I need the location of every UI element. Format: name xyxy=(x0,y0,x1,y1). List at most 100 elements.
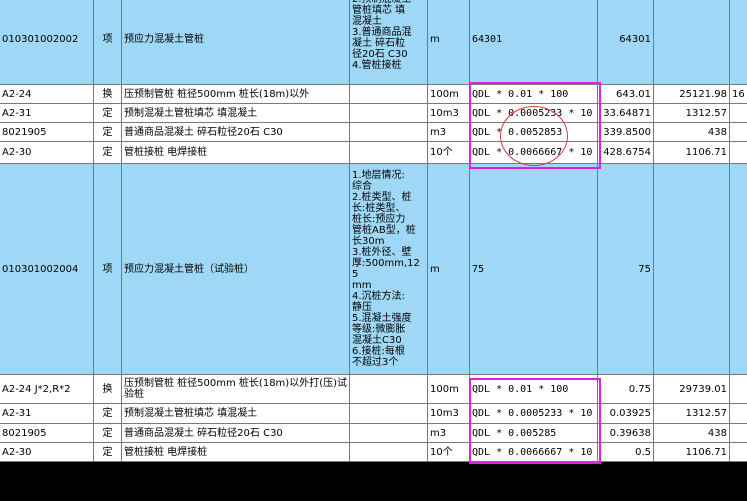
row-quantity[interactable]: 0.39638 xyxy=(598,424,654,443)
row-type[interactable]: 换 xyxy=(94,375,122,404)
row-features[interactable] xyxy=(350,443,428,462)
row-code[interactable]: 8021905 xyxy=(0,424,94,443)
row-features[interactable] xyxy=(350,123,428,142)
quota-row[interactable]: A2-30 定管桩接桩 电焊接桩 10个 QDL * 0.0066667 * 10 0.… xyxy=(0,443,747,462)
row-formula[interactable]: 75 xyxy=(470,164,598,375)
row-formula[interactable]: 64301 xyxy=(470,0,598,85)
row-overflow-value[interactable] xyxy=(730,404,747,424)
row-unit-price[interactable] xyxy=(654,0,730,85)
row-code[interactable]: A2-24 J*2,R*2 xyxy=(0,375,94,404)
quota-row[interactable]: A2-24 换压预制管桩 桩径500mm 桩长(18m)以外 100m QDL * 0… xyxy=(0,85,747,104)
row-quantity[interactable]: 0.75 xyxy=(598,375,654,404)
row-type[interactable]: 项 xyxy=(94,164,122,375)
quota-row[interactable]: A2-31 定预制混凝土管桩填芯 填混凝土 10m3 QDL * 0.0005233 … xyxy=(0,404,747,424)
row-code[interactable]: A2-31 xyxy=(0,404,94,424)
row-quantity[interactable]: 0.03925 xyxy=(598,404,654,424)
row-quantity[interactable]: 643.01 xyxy=(598,85,654,104)
row-features[interactable] xyxy=(350,424,428,443)
row-code[interactable]: 8021905 xyxy=(0,123,94,142)
row-unit-price[interactable]: 1106.71 xyxy=(654,443,730,462)
row-formula[interactable]: QDL * 0.01 * 100 xyxy=(470,375,598,404)
row-code[interactable]: A2-30 xyxy=(0,443,94,462)
row-overflow-value[interactable] xyxy=(730,164,747,375)
row-unit[interactable]: 10个 xyxy=(428,443,470,462)
row-overflow-value[interactable] xyxy=(730,424,747,443)
row-features[interactable] xyxy=(350,404,428,424)
row-overflow-value[interactable] xyxy=(730,104,747,123)
row-unit-price[interactable] xyxy=(654,164,730,375)
row-formula[interactable]: QDL * 0.0005233 * 10 xyxy=(470,104,598,123)
row-unit-price[interactable]: 438 xyxy=(654,424,730,443)
row-overflow-value[interactable] xyxy=(730,142,747,164)
row-formula[interactable]: QDL * 0.005285 xyxy=(470,424,598,443)
row-name[interactable]: 普通商品混凝土 碎石粒径20石 C30 xyxy=(122,424,350,443)
row-overflow-value[interactable] xyxy=(730,443,747,462)
row-quantity[interactable]: 64301 xyxy=(598,0,654,85)
row-name[interactable]: 压预制管桩 桩径500mm 桩长(18m)以外打(压)试验桩 xyxy=(122,375,350,404)
row-unit[interactable]: 100m xyxy=(428,85,470,104)
row-code[interactable]: A2-24 xyxy=(0,85,94,104)
row-name[interactable]: 预应力混凝土管桩（试验桩） xyxy=(122,164,350,375)
row-unit[interactable]: m xyxy=(428,164,470,375)
row-code[interactable]: A2-31 xyxy=(0,104,94,123)
row-unit[interactable]: 10m3 xyxy=(428,404,470,424)
quota-row[interactable]: 8021905 定普通商品混凝土 碎石粒径20石 C30 m3 QDL * 0.005… xyxy=(0,123,747,142)
row-type[interactable]: 项 xyxy=(94,0,122,85)
row-unit[interactable]: 10m3 xyxy=(428,104,470,123)
row-code[interactable]: 010301002002 xyxy=(0,0,94,85)
row-unit[interactable]: m3 xyxy=(428,424,470,443)
row-type[interactable]: 定 xyxy=(94,123,122,142)
quota-row[interactable]: A2-24 J*2,R*2 换压预制管桩 桩径500mm 桩长(18m)以外打(压… xyxy=(0,375,747,404)
row-quantity[interactable]: 0.5 xyxy=(598,443,654,462)
row-name[interactable]: 管桩接桩 电焊接桩 xyxy=(122,142,350,164)
row-unit[interactable]: 10个 xyxy=(428,142,470,164)
row-unit[interactable]: m xyxy=(428,0,470,85)
row-features[interactable] xyxy=(350,85,428,104)
row-type[interactable]: 换 xyxy=(94,85,122,104)
row-code[interactable]: 010301002004 xyxy=(0,164,94,375)
row-overflow-value[interactable] xyxy=(730,123,747,142)
row-features[interactable] xyxy=(350,104,428,123)
row-name[interactable]: 预应力混凝土管桩 xyxy=(122,0,350,85)
row-type[interactable]: 定 xyxy=(94,404,122,424)
row-formula[interactable]: QDL * 0.0066667 * 10 xyxy=(470,443,598,462)
row-quantity[interactable]: 428.6754 xyxy=(598,142,654,164)
row-name[interactable]: 预制混凝土管桩填芯 填混凝土 xyxy=(122,104,350,123)
row-overflow-value[interactable] xyxy=(730,375,747,404)
row-formula[interactable]: QDL * 0.0066667 * 10 xyxy=(470,142,598,164)
row-formula[interactable]: QDL * 0.0005233 * 10 xyxy=(470,404,598,424)
bill-item-row[interactable]: 010301002002项预应力混凝土管桩2.预制混凝土管桩填芯 填混凝土3.普… xyxy=(0,0,747,85)
row-name[interactable]: 预制混凝土管桩填芯 填混凝土 xyxy=(122,404,350,424)
row-quantity[interactable]: 75 xyxy=(598,164,654,375)
row-features[interactable]: 1.地层情况: 综合 2.桩类型、桩 长:桩类型、 桩长:预应力 管桩AB型，桩 长30m 3… xyxy=(350,164,428,375)
row-unit[interactable]: m3 xyxy=(428,123,470,142)
row-name[interactable]: 压预制管桩 桩径500mm 桩长(18m)以外 xyxy=(122,85,350,104)
row-name[interactable]: 普通商品混凝土 碎石粒径20石 C30 xyxy=(122,123,350,142)
row-quantity[interactable]: 339.8500 xyxy=(598,123,654,142)
quota-row[interactable]: A2-31 定预制混凝土管桩填芯 填混凝土 10m3 QDL * 0.0005233 … xyxy=(0,104,747,123)
row-code[interactable]: A2-30 xyxy=(0,142,94,164)
row-unit-price[interactable]: 438 xyxy=(654,123,730,142)
row-formula[interactable]: QDL * 0.01 * 100 xyxy=(470,85,598,104)
row-features[interactable]: 2.预制混凝土管桩填芯 填混凝土3.普通商品混凝土 碎石粒径20石 C304.管… xyxy=(350,0,428,85)
row-overflow-value[interactable]: 16 xyxy=(730,85,747,104)
row-unit-price[interactable]: 1106.71 xyxy=(654,142,730,164)
row-unit-price[interactable]: 29739.01 xyxy=(654,375,730,404)
row-unit[interactable]: 100m xyxy=(428,375,470,404)
row-quantity[interactable]: 33.64871 xyxy=(598,104,654,123)
row-type[interactable]: 定 xyxy=(94,424,122,443)
row-unit-price[interactable]: 1312.57 xyxy=(654,404,730,424)
row-type[interactable]: 定 xyxy=(94,142,122,164)
row-name[interactable]: 管桩接桩 电焊接桩 xyxy=(122,443,350,462)
row-unit-price[interactable]: 1312.57 xyxy=(654,104,730,123)
row-type[interactable]: 定 xyxy=(94,443,122,462)
row-features[interactable] xyxy=(350,142,428,164)
row-formula[interactable]: QDL * 0.0052853 xyxy=(470,123,598,142)
row-overflow-value[interactable] xyxy=(730,0,747,85)
row-type[interactable]: 定 xyxy=(94,104,122,123)
quota-row[interactable]: 8021905 定普通商品混凝土 碎石粒径20石 C30 m3 QDL * 0.005… xyxy=(0,424,747,443)
row-features[interactable] xyxy=(350,375,428,404)
quota-row[interactable]: A2-30 定管桩接桩 电焊接桩 10个 QDL * 0.0066667 * 10 42… xyxy=(0,142,747,164)
bill-item-row[interactable]: 010301002004 项预应力混凝土管桩（试验桩） 1.地层情况: 综合 2.桩类型… xyxy=(0,164,747,375)
row-unit-price[interactable]: 25121.98 xyxy=(654,85,730,104)
